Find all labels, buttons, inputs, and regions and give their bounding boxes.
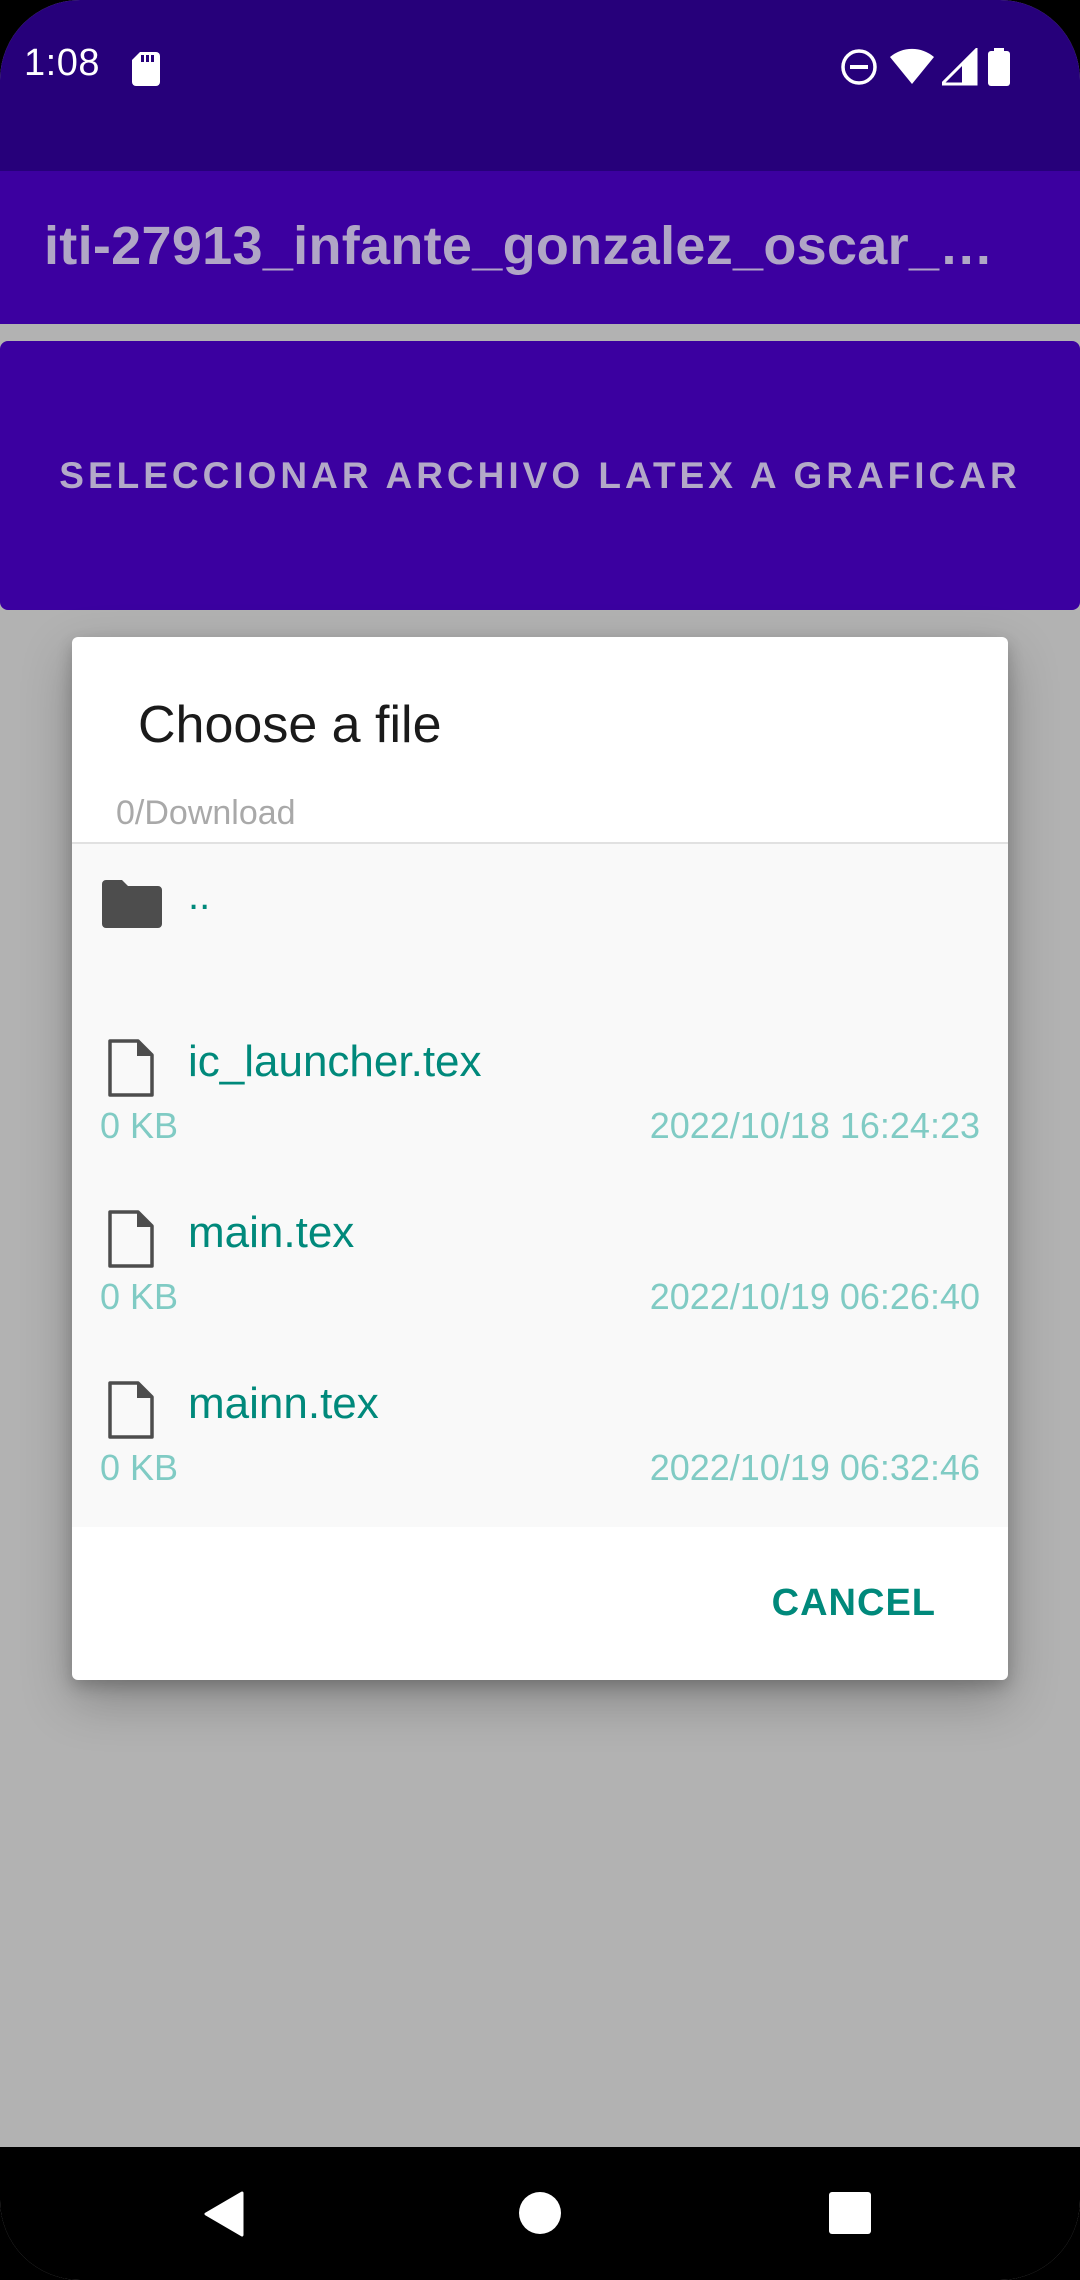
file-date: 2022/10/18 16:24:23 <box>649 1105 980 1146</box>
wifi-icon <box>890 48 934 84</box>
file-name: ic_launcher.tex <box>188 1037 482 1086</box>
file-icon <box>108 1210 154 1268</box>
file-item[interactable]: mainn.tex 0 KB 2022/10/19 06:32:46 <box>72 1369 1008 1540</box>
sd-card-icon <box>132 52 160 86</box>
back-icon[interactable] <box>204 2191 244 2237</box>
file-date: 2022/10/19 06:32:46 <box>649 1447 980 1488</box>
file-item[interactable]: main.tex 0 KB 2022/10/19 06:26:40 <box>72 1198 1008 1369</box>
file-size: 0 KB <box>100 1105 179 1146</box>
file-chooser-dialog: Choose a file 0/Download .. ic_launcher.… <box>72 637 1008 1680</box>
file-size: 0 KB <box>100 1447 179 1488</box>
parent-directory-item[interactable]: .. <box>72 844 1008 974</box>
cancel-button[interactable]: CANCEL <box>772 1582 936 1625</box>
do-not-disturb-icon <box>841 49 877 85</box>
app-bar: iti-27913_infante_gonzalez_oscar_e… <box>0 171 1080 324</box>
parent-directory-label: .. <box>188 874 211 918</box>
battery-icon <box>988 48 1010 86</box>
app-title: iti-27913_infante_gonzalez_oscar_e… <box>44 216 1004 276</box>
file-name: main.tex <box>188 1208 355 1257</box>
file-name: mainn.tex <box>188 1379 379 1428</box>
file-icon <box>108 1039 154 1097</box>
file-date: 2022/10/19 06:26:40 <box>649 1276 980 1317</box>
navigation-bar <box>0 2147 1080 2280</box>
recents-icon[interactable] <box>829 2192 871 2234</box>
file-list: .. ic_launcher.tex 0 KB 2022/10/18 16:24… <box>72 844 1008 1527</box>
select-latex-file-button[interactable]: SELECCIONAR ARCHIVO LATEX A GRAFICAR <box>0 341 1080 610</box>
home-icon[interactable] <box>518 2191 562 2235</box>
file-size: 0 KB <box>100 1276 179 1317</box>
file-item[interactable]: ic_launcher.tex 0 KB 2022/10/18 16:24:23 <box>72 1027 1008 1198</box>
current-path: 0/Download <box>116 794 296 832</box>
folder-icon <box>102 880 162 928</box>
dialog-title: Choose a file <box>138 696 442 754</box>
file-icon <box>108 1381 154 1439</box>
status-time: 1:08 <box>24 42 100 84</box>
phone-screen: 1:08 iti-27913_infante_gonzalez_oscar_e…… <box>0 0 1080 2280</box>
signal-icon <box>942 48 978 86</box>
status-bar: 1:08 <box>0 0 1080 171</box>
